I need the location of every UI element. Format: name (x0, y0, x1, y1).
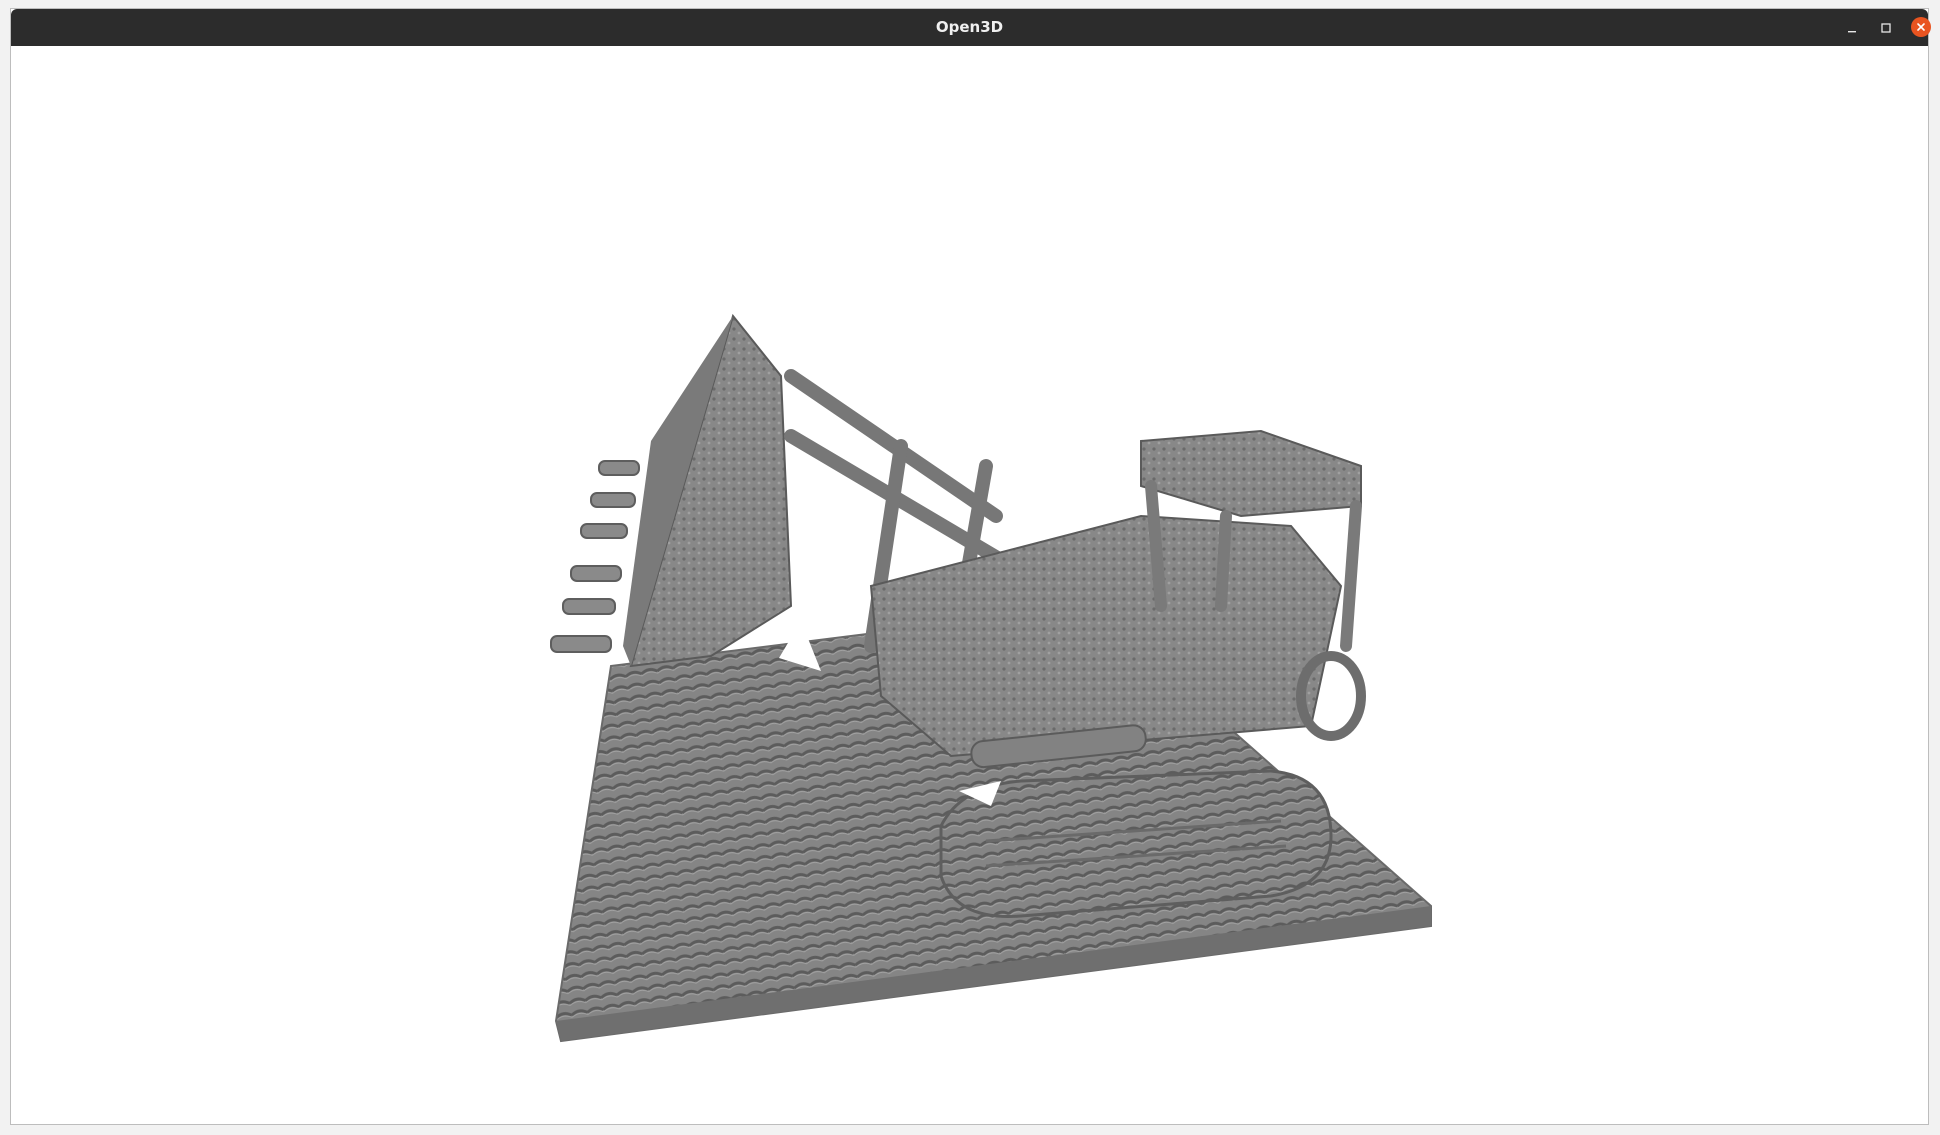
blade-teeth (550, 460, 640, 653)
app-window: Open3D (10, 8, 1931, 1125)
close-icon (1917, 23, 1925, 31)
window-title: Open3D (935, 18, 1004, 36)
maximize-icon (1881, 23, 1891, 33)
cab-roof (1140, 429, 1362, 518)
title-bar[interactable]: Open3D (11, 9, 1931, 46)
3d-viewport[interactable] (11, 46, 1928, 1124)
close-button[interactable] (1911, 17, 1931, 37)
minimize-icon (1848, 31, 1856, 33)
track (939, 769, 1333, 918)
engine-body (869, 514, 1343, 758)
minimize-button[interactable] (1841, 17, 1863, 39)
bulldozer-mesh (550, 313, 1432, 1043)
maximize-button[interactable] (1875, 17, 1897, 39)
